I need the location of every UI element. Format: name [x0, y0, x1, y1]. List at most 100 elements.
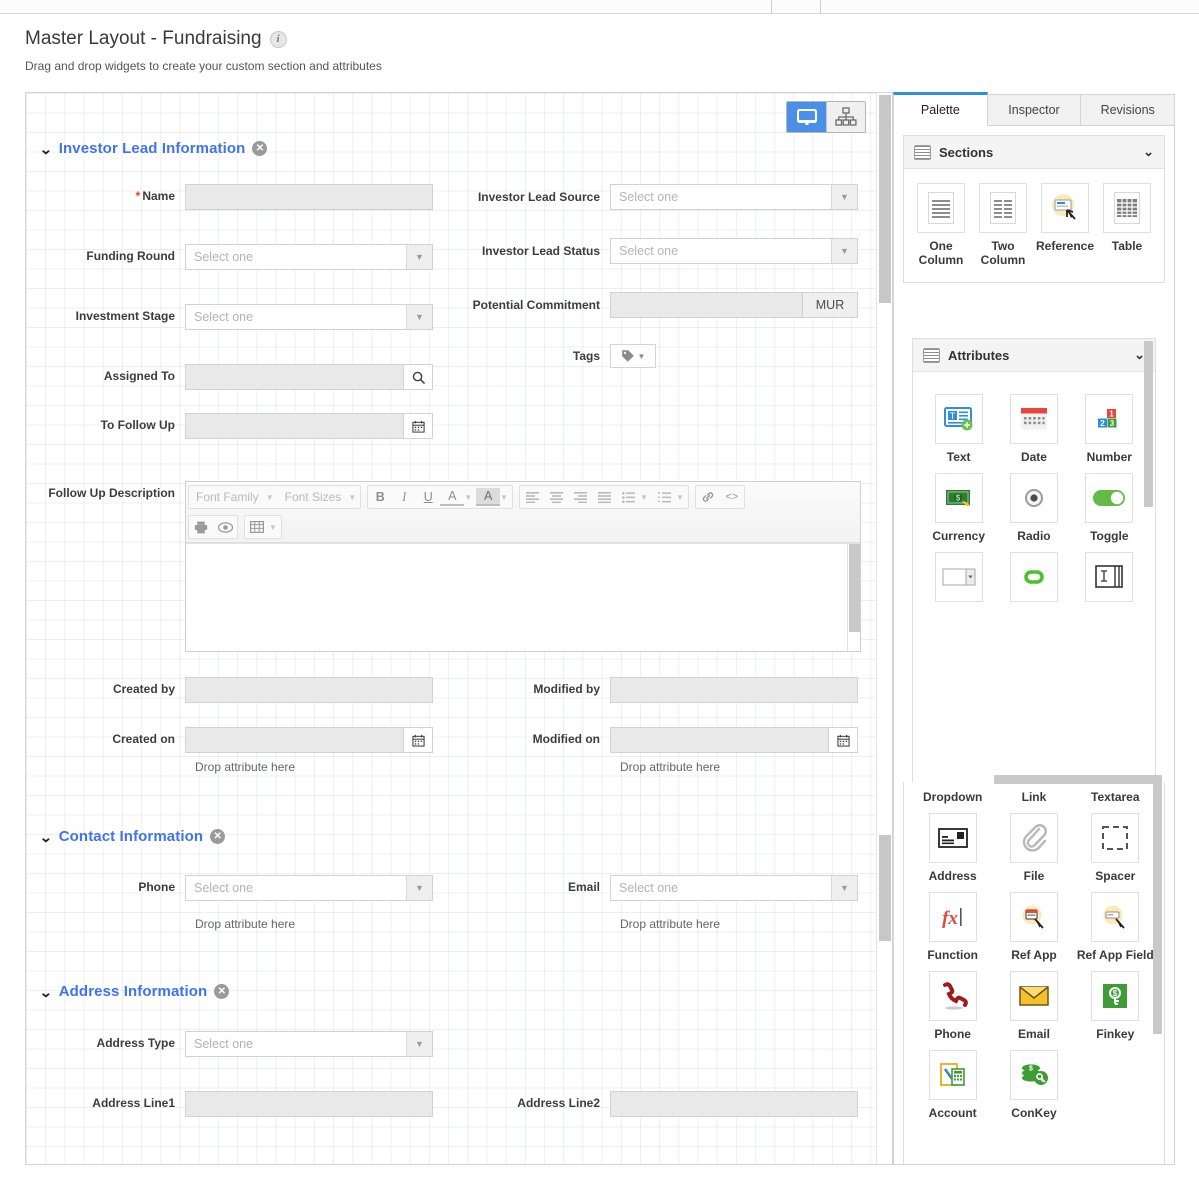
widget-number[interactable]: 123 Number	[1072, 394, 1147, 464]
assigned-to-input[interactable]	[185, 364, 403, 390]
attributes-widget-grid[interactable]: T Text Date 123 Number $ Currency Radio …	[913, 372, 1155, 632]
chevron-down-icon[interactable]: ▼	[831, 185, 857, 209]
chevron-down-icon[interactable]: ▼	[348, 493, 360, 502]
remove-section-button[interactable]: ✕	[214, 984, 230, 999]
editor-toolbar[interactable]: Font Family ▼ Font Sizes ▼ B I U A ▼ A ▼…	[186, 482, 860, 543]
print-button[interactable]	[189, 516, 213, 538]
textarea-icon[interactable]	[1085, 552, 1134, 602]
modified-on-input[interactable]	[610, 727, 828, 753]
chevron-down-icon[interactable]: ▼	[406, 1032, 432, 1056]
info-icon[interactable]: i	[269, 30, 287, 48]
modified-by-input[interactable]	[610, 677, 858, 703]
text-color-button[interactable]: A	[440, 488, 465, 506]
potential-commitment-currency[interactable]: MUR	[610, 292, 858, 318]
address-type-select[interactable]: Select one ▼	[185, 1031, 433, 1057]
tags-button[interactable]: ▼	[610, 344, 656, 368]
calendar-icon[interactable]	[828, 727, 858, 753]
funding-round-select[interactable]: Select one ▼	[185, 244, 433, 270]
sections-widget-grid[interactable]: One Column Two Column Reference Table	[904, 169, 1164, 282]
italic-button[interactable]: I	[392, 486, 416, 508]
chevron-down-icon[interactable]: ▼	[269, 523, 281, 532]
table-icon[interactable]	[1103, 183, 1151, 233]
finkey-icon[interactable]: $	[1091, 971, 1140, 1021]
address-line1-input[interactable]	[185, 1091, 433, 1117]
widget-finkey[interactable]: $ Finkey	[1075, 971, 1156, 1041]
attributes-card-header[interactable]: Attributes ⌄	[913, 339, 1155, 372]
tab-palette[interactable]: Palette	[893, 92, 988, 126]
two-column-icon[interactable]	[979, 183, 1027, 233]
align-left-button[interactable]	[520, 486, 544, 508]
widget-currency[interactable]: $ Currency	[921, 473, 996, 543]
sections-card-header[interactable]: Sections ⌄	[904, 136, 1164, 169]
remove-section-button[interactable]: ✕	[210, 829, 226, 844]
account-icon[interactable]	[928, 1050, 977, 1100]
file-icon[interactable]	[1009, 813, 1058, 863]
widget-table[interactable]: Table	[1096, 183, 1158, 267]
widget-date[interactable]: Date	[996, 394, 1071, 464]
align-justify-button[interactable]	[592, 486, 616, 508]
name-input[interactable]	[185, 184, 433, 210]
drop-zone-hint[interactable]: Drop attribute here	[26, 753, 451, 774]
address-icon[interactable]	[928, 813, 977, 863]
to-follow-up-input[interactable]	[185, 413, 403, 439]
chevron-down-icon[interactable]: ▼	[406, 305, 432, 329]
insert-group[interactable]: <>	[694, 485, 745, 509]
widget-address[interactable]: Address	[912, 813, 993, 883]
chevron-down-icon[interactable]: ▼	[406, 245, 432, 269]
widget-dropdown-label[interactable]: Dropdown	[912, 790, 993, 804]
email-select[interactable]: Select one ▼	[610, 875, 858, 901]
canvas-scrollbar-thumb-upper[interactable]	[879, 95, 891, 303]
insert-link-button[interactable]	[696, 486, 720, 508]
calendar-icon[interactable]	[403, 727, 433, 753]
assigned-to-lookup[interactable]	[185, 364, 433, 390]
function-icon[interactable]: fx	[928, 892, 977, 942]
editor-scrollbar-thumb[interactable]	[849, 544, 860, 632]
insert-table-button[interactable]	[245, 516, 269, 538]
widget-link-label[interactable]: Link	[993, 790, 1074, 804]
canvas-scrollbar-thumb-lower[interactable]	[879, 835, 891, 941]
background-color-button[interactable]: A	[476, 488, 501, 506]
dropdown-icon[interactable]	[934, 552, 983, 602]
widget-toggle[interactable]: Toggle	[1072, 473, 1147, 543]
widget-conkey[interactable]: $ ConKey	[993, 1050, 1074, 1120]
widget-phone[interactable]: Phone	[912, 971, 993, 1041]
canvas-scroll-area[interactable]: ⌄ Investor Lead Information ✕ * Name Fund…	[26, 93, 892, 1164]
drop-zone-hint[interactable]: Drop attribute here	[451, 753, 876, 774]
created-on-date[interactable]	[185, 727, 433, 753]
link-icon[interactable]	[1009, 552, 1058, 602]
widget-reference[interactable]: Reference	[1034, 183, 1096, 267]
print-group[interactable]	[188, 515, 238, 539]
email-icon[interactable]	[1009, 971, 1058, 1021]
phone-select[interactable]: Select one ▼	[185, 875, 433, 901]
chevron-down-icon[interactable]: ▼	[464, 493, 476, 502]
chevron-down-icon[interactable]: ▼	[406, 876, 432, 900]
one-column-icon[interactable]	[917, 183, 965, 233]
desktop-view-button[interactable]	[787, 102, 826, 132]
editor-content-area[interactable]	[186, 543, 860, 651]
widget-file[interactable]: File	[993, 813, 1074, 883]
investor-lead-status-select[interactable]: Select one ▼	[610, 238, 858, 264]
drop-zone-hint[interactable]: Drop attribute here	[26, 901, 451, 931]
chevron-down-icon[interactable]: ▼	[676, 493, 688, 502]
font-size-dropdown[interactable]: Font Sizes	[278, 486, 349, 508]
section-header[interactable]: ⌄ Contact Information ✕	[26, 828, 876, 845]
chevron-down-icon[interactable]: ▼	[266, 493, 278, 502]
chevron-down-icon[interactable]: ▼	[500, 493, 512, 502]
chevron-down-icon[interactable]: ⌄	[39, 985, 52, 999]
remove-section-button[interactable]: ✕	[252, 141, 268, 156]
attributes-widget-grid-2[interactable]: Dropdown Link Textarea Address File Spac…	[904, 782, 1164, 1139]
underline-button[interactable]: U	[416, 486, 440, 508]
align-center-button[interactable]	[544, 486, 568, 508]
alignment-group[interactable]: ▼ ▼	[519, 485, 689, 509]
investor-lead-source-select[interactable]: Select one ▼	[610, 184, 858, 210]
attributes-scrollbar-thumb[interactable]	[1144, 341, 1153, 507]
created-on-input[interactable]	[185, 727, 403, 753]
widget-textarea[interactable]: Textarea	[1072, 552, 1147, 622]
panel-tabs[interactable]: Palette Inspector Revisions	[893, 92, 1176, 126]
canvas-scrollbar[interactable]	[876, 93, 892, 1164]
reference-icon[interactable]	[1041, 183, 1089, 233]
source-code-button[interactable]: <>	[720, 486, 744, 508]
section-header[interactable]: ⌄ Address Information ✕	[26, 983, 876, 1000]
editor-scrollbar[interactable]	[847, 544, 860, 651]
font-family-group[interactable]: Font Family ▼ Font Sizes ▼	[188, 485, 362, 509]
